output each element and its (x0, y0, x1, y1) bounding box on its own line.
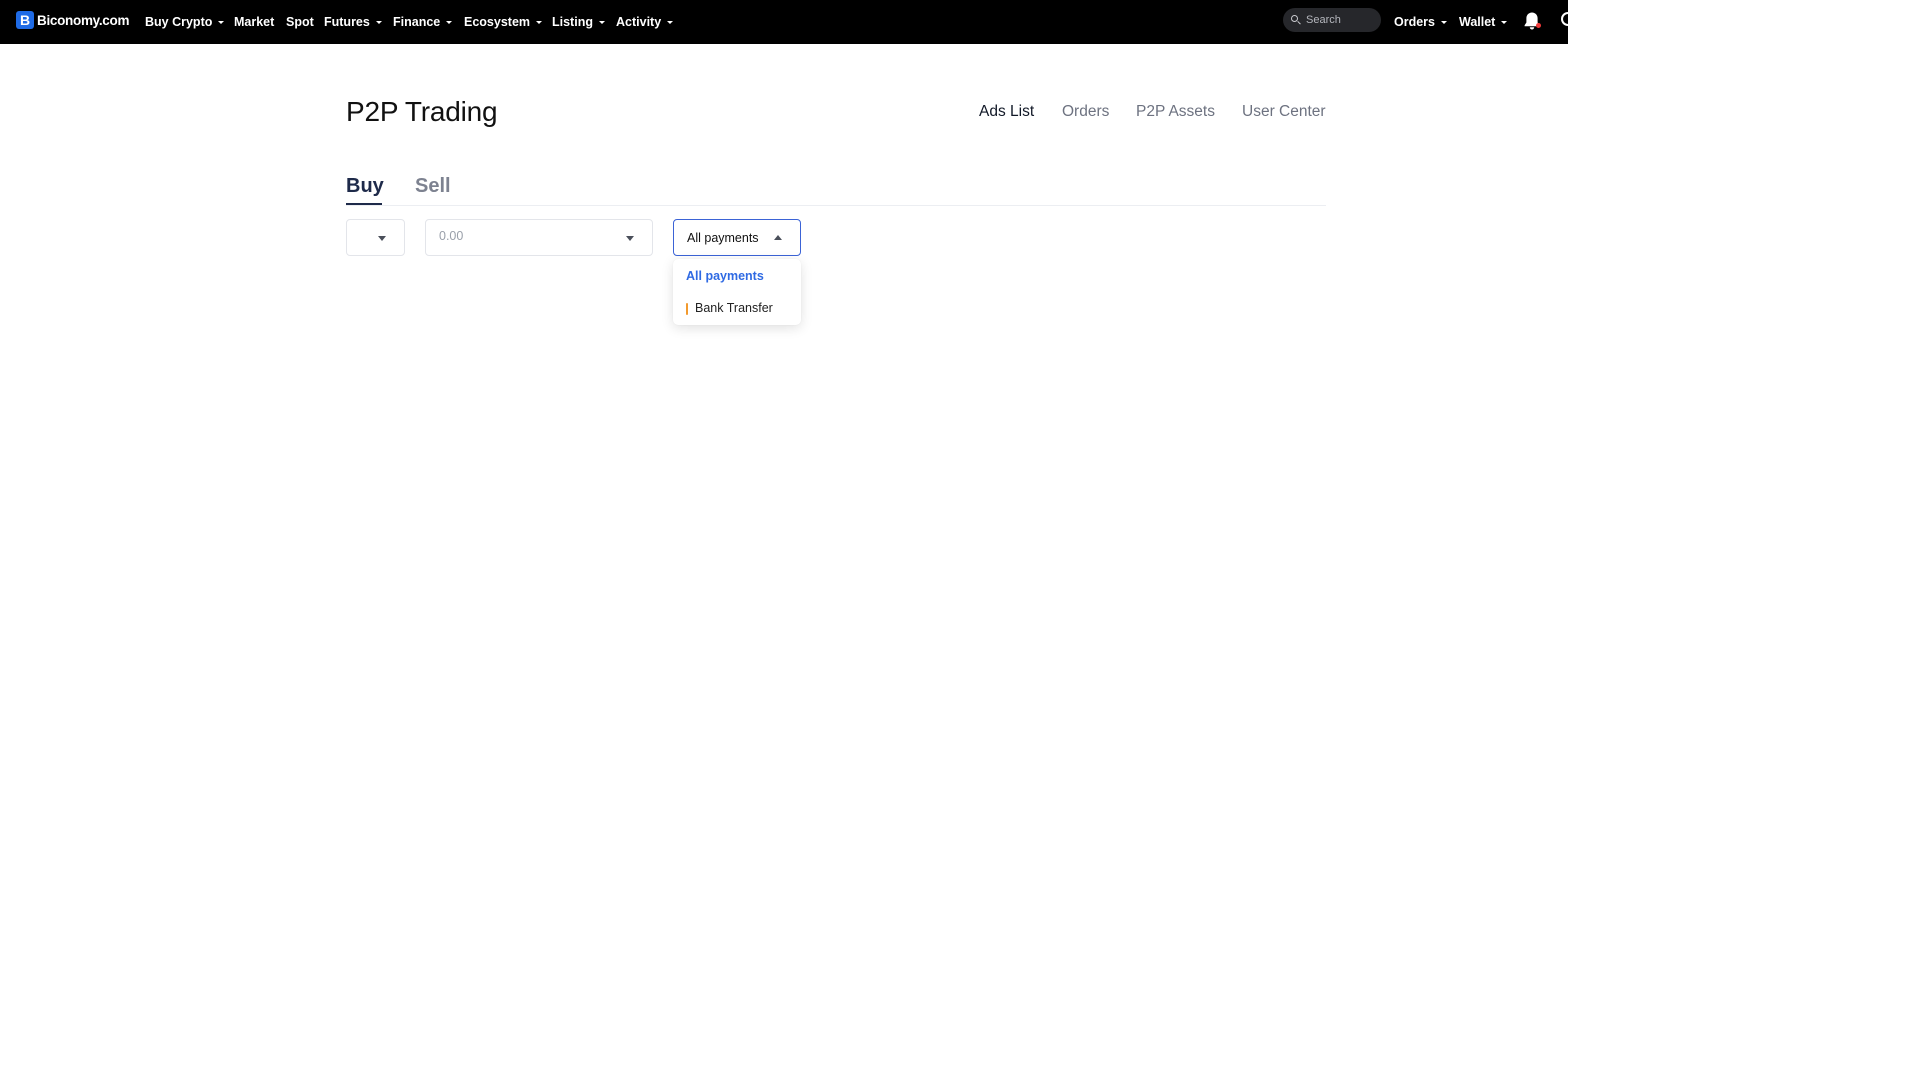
chevron-down-icon (1501, 20, 1508, 24)
chevron-down-icon (536, 20, 543, 24)
notification-dot (1536, 23, 1541, 28)
nav-market-label: Market (234, 15, 275, 29)
payment-method-dropdown: All payments Bank Transfer (673, 259, 801, 325)
nav-wallet[interactable]: Wallet (1459, 0, 1508, 44)
chevron-up-icon (774, 235, 782, 240)
nav-listing[interactable]: Listing (552, 0, 605, 44)
bell-icon[interactable] (1523, 11, 1541, 31)
nav-futures[interactable]: Futures (324, 0, 382, 44)
payment-option-bank-transfer[interactable]: Bank Transfer (673, 294, 801, 322)
brand-logo[interactable]: B Biconomy.com (16, 10, 129, 30)
nav-finance[interactable]: Finance (393, 0, 453, 44)
subnav-p2p-assets[interactable]: P2P Assets (1136, 103, 1215, 121)
nav-ecosystem[interactable]: Ecosystem (464, 0, 543, 44)
search-icon (1291, 15, 1301, 25)
payment-option-label: All payments (686, 269, 764, 283)
nav-wallet-label: Wallet (1459, 15, 1496, 29)
chevron-down-icon (1441, 20, 1447, 24)
crypto-select[interactable] (346, 219, 405, 256)
search-box[interactable] (1283, 8, 1381, 32)
payment-method-marker (686, 303, 688, 315)
chevron-down-icon (375, 20, 382, 24)
avatar-icon[interactable] (1561, 12, 1575, 26)
nav-activity-label: Activity (616, 15, 662, 29)
nav-market[interactable]: Market (234, 0, 274, 44)
brand-logo-badge: B (16, 11, 34, 29)
nav-spot[interactable]: Spot (286, 0, 314, 44)
nav-futures-label: Futures (324, 15, 370, 29)
search-input[interactable] (1306, 14, 1376, 26)
nav-buy-crypto-label: Buy Crypto (145, 15, 213, 29)
nav-ecosystem-label: Ecosystem (464, 15, 531, 29)
payment-option-label: Bank Transfer (695, 301, 773, 315)
page-title: P2P Trading (346, 96, 498, 127)
chevron-down-icon (667, 20, 674, 24)
payment-method-value: All payments (687, 231, 759, 245)
chevron-down-icon (378, 236, 386, 241)
nav-listing-label: Listing (552, 15, 593, 29)
subnav-orders[interactable]: Orders (1062, 103, 1109, 121)
nav-finance-label: Finance (393, 15, 441, 29)
tab-buy[interactable]: Buy (346, 175, 384, 198)
amount-input[interactable] (439, 229, 619, 243)
tab-sell[interactable]: Sell (415, 175, 451, 198)
chevron-down-icon (446, 20, 453, 24)
nav-activity[interactable]: Activity (616, 0, 674, 44)
chevron-down-icon (218, 20, 225, 24)
chevron-down-icon[interactable] (626, 236, 634, 241)
nav-buy-crypto[interactable]: Buy Crypto (145, 0, 225, 44)
nav-orders[interactable]: Orders (1394, 0, 1447, 44)
payment-method-select[interactable]: All payments (673, 219, 801, 256)
chevron-down-icon (598, 20, 605, 24)
nav-orders-label: Orders (1394, 15, 1435, 29)
nav-spot-label: Spot (286, 15, 314, 29)
tabs-divider (346, 205, 1326, 206)
amount-field[interactable] (425, 219, 653, 256)
subnav-ads-list[interactable]: Ads List (979, 103, 1034, 121)
subnav-user-center[interactable]: User Center (1242, 103, 1326, 121)
brand-name: Biconomy.com (37, 12, 130, 28)
payment-option-all[interactable]: All payments (673, 262, 801, 290)
top-navigation-bar: B Biconomy.com Buy Crypto Market Spot Fu… (0, 0, 1575, 44)
